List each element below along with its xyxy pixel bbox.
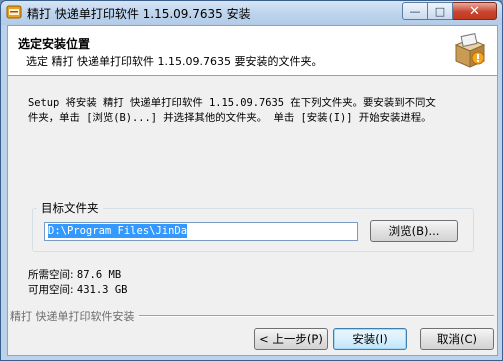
minimize-icon: —	[409, 4, 421, 18]
window-title: 精打 快递单打印软件 1.15.09.7635 安装	[27, 7, 251, 21]
required-space-value: 87.6 MB	[76, 269, 122, 281]
available-space-label: 可用空间:	[28, 284, 74, 296]
available-space-value: 431.3 GB	[76, 284, 128, 296]
description-line-2: 件夹，单击 [浏览(B)...] 并选择其他的文件夹。 单击 [安装(I)] 开…	[28, 112, 432, 124]
description-line-1: Setup 将安装 精打 快递单打印软件 1.15.09.7635 在下列文件夹…	[28, 97, 436, 109]
required-space: 所需空间: 87.6 MB	[28, 267, 121, 282]
maximize-icon: □	[434, 4, 446, 18]
back-button[interactable]: < 上一步(P)	[254, 328, 328, 350]
destination-path-input[interactable]: D:\Program Files\JinDa	[44, 222, 358, 241]
minimize-button[interactable]: —	[402, 2, 428, 20]
page-title: 选定安装位置	[18, 37, 91, 51]
app-icon	[6, 5, 22, 19]
installer-window: 精打 快递单打印软件 1.15.09.7635 安装 — □ ✕ 选定安装位置 …	[0, 0, 503, 361]
installer-box-icon	[454, 33, 486, 68]
dialog-body: 选定安装位置 选定 精打 快递单打印软件 1.15.09.7635 要安装的文件…	[7, 25, 498, 356]
cancel-button[interactable]: 取消(C)	[420, 328, 494, 350]
footer-brand: 精打 快递单打印软件安装	[10, 308, 139, 324]
page-subtitle: 选定 精打 快递单打印软件 1.15.09.7635 要安装的文件夹。	[26, 55, 323, 68]
close-icon: ✕	[469, 3, 480, 19]
available-space: 可用空间: 431.3 GB	[28, 282, 127, 297]
install-button[interactable]: 安装(I)	[333, 328, 407, 350]
destination-path-text: D:\Program Files\JinDa	[48, 224, 188, 238]
required-space-label: 所需空间:	[28, 269, 74, 281]
install-description: Setup 将安装 精打 快递单打印软件 1.15.09.7635 在下列文件夹…	[28, 96, 483, 126]
title-bar[interactable]: 精打 快递单打印软件 1.15.09.7635 安装 — □ ✕	[1, 1, 502, 25]
browse-button[interactable]: 浏览(B)...	[370, 220, 458, 242]
destination-label: 目标文件夹	[37, 200, 103, 216]
close-button[interactable]: ✕	[453, 2, 497, 20]
page-header: 选定安装位置 选定 精打 快递单打印软件 1.15.09.7635 要安装的文件…	[8, 26, 497, 76]
maximize-button[interactable]: □	[428, 2, 453, 20]
